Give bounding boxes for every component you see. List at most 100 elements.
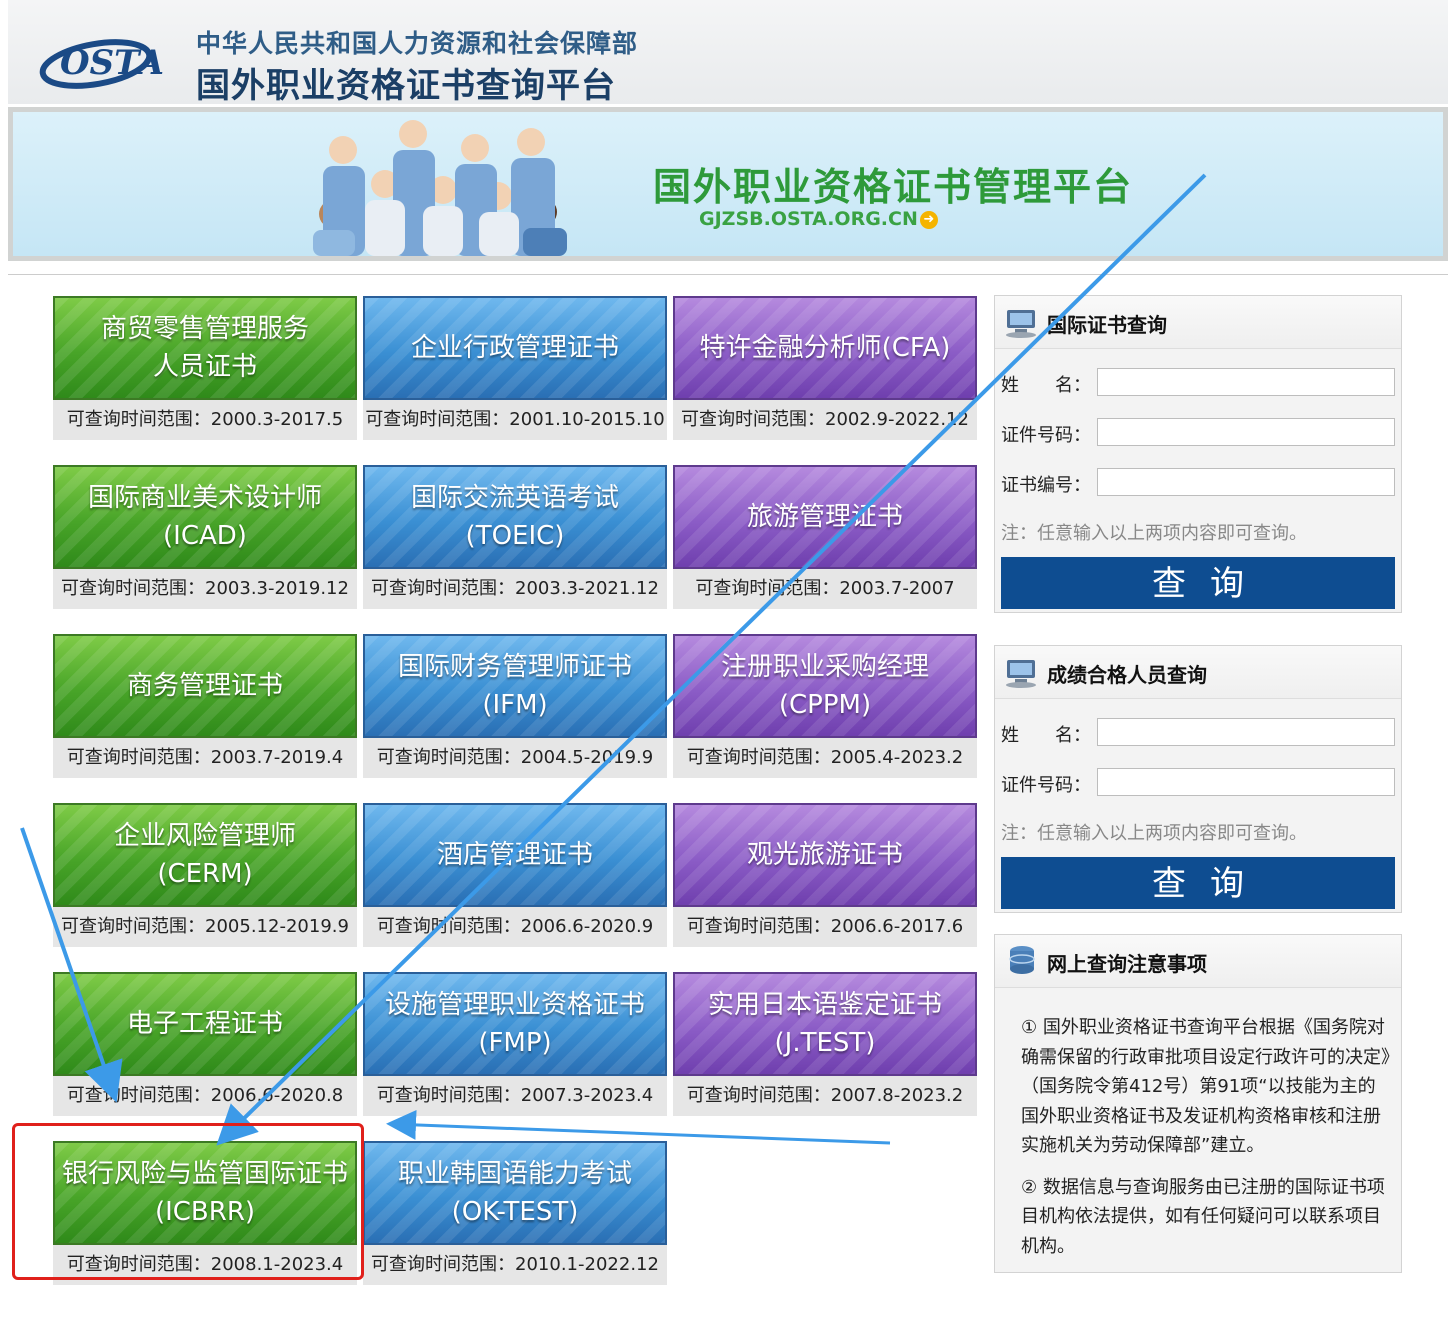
certificate-tile[interactable]: 旅游管理证书可查询时间范围：2003.7-2007 — [673, 465, 977, 609]
certificate-name[interactable]: 旅游管理证书 — [747, 498, 903, 536]
certificate-code[interactable]: (IFM) — [482, 686, 547, 724]
certificate-tile[interactable]: 观光旅游证书 可查询时间范围：2006.6-2017.6 — [673, 803, 977, 947]
certificate-name[interactable]: 酒店管理证书 — [437, 836, 593, 874]
certificate-button[interactable]: 职业韩国语能力考试 (OK-TEST) — [363, 1141, 667, 1245]
certificate-tile[interactable]: 实用日本语鉴定证书 (J.TEST) 可查询时间范围：2007.8-2023.2 — [673, 972, 977, 1116]
certificate-button[interactable]: 银行风险与监管国际证书 (ICBRR) — [53, 1141, 357, 1245]
certificate-name[interactable]: 商贸零售管理服务 — [101, 310, 309, 348]
query-date-range: 可查询时间范围：2004.5-2019.9 — [363, 738, 667, 778]
certificate-button[interactable]: 酒店管理证书 — [363, 803, 667, 907]
panel-title: 国际证书查询 — [1047, 313, 1167, 337]
computer-icon — [1006, 660, 1036, 688]
certificate-code[interactable]: (OK-TEST) — [452, 1193, 579, 1231]
query-date-range: 可查询时间范围：2010.1-2022.12 — [363, 1245, 667, 1285]
arrow-right-icon[interactable]: ➜ — [919, 210, 938, 229]
certificate-name[interactable]: 国际财务管理师证书 — [398, 648, 632, 686]
cert-query-button[interactable]: 查询 — [1001, 557, 1395, 609]
certificate-button[interactable]: 国际交流英语考试 (TOEIC) — [363, 465, 667, 569]
osta-logo[interactable]: OSTA — [38, 30, 188, 92]
name-label: 姓 名： — [1001, 375, 1091, 396]
panel-title: 网上查询注意事项 — [1047, 952, 1207, 976]
certificate-button[interactable]: 旅游管理证书 — [673, 465, 977, 569]
certificate-name[interactable]: 企业风险管理师 — [114, 817, 296, 855]
certificate-button[interactable]: 企业行政管理证书 — [363, 296, 667, 400]
certificate-button[interactable]: 电子工程证书 — [53, 972, 357, 1076]
platform-title: 国外职业资格证书查询平台 — [196, 66, 616, 106]
notice-paragraph: ② 数据信息与查询服务由已注册的国际证书项目机构依法提供，如有任何疑问可以联系项… — [1021, 1176, 1385, 1257]
certificate-tile[interactable]: 特许金融分析师(CFA) 可查询时间范围：2002.9-2022.12 — [673, 296, 977, 440]
query-date-range: 可查询时间范围：2003.7-2019.4 — [53, 738, 357, 778]
certificate-button[interactable]: 实用日本语鉴定证书 (J.TEST) — [673, 972, 977, 1076]
banner-title: 国外职业资格证书管理平台 — [653, 165, 1134, 209]
certificate-name[interactable]: 国际商业美术设计师 — [88, 479, 322, 517]
certificate-button[interactable]: 特许金融分析师(CFA) — [673, 296, 977, 400]
certificate-name[interactable]: 企业行政管理证书 — [411, 329, 619, 367]
query-date-range: 可查询时间范围：2002.9-2022.12 — [673, 400, 977, 440]
certificate-code[interactable]: (TOEIC) — [466, 517, 565, 555]
certificate-name[interactable]: 职业韩国语能力考试 — [398, 1155, 632, 1193]
certificate-name[interactable]: 电子工程证书 — [127, 1005, 283, 1043]
certificate-name[interactable]: 银行风险与监管国际证书 — [62, 1155, 348, 1193]
certificate-code[interactable]: (CPPM) — [779, 686, 871, 724]
certificate-code[interactable]: (ICBRR) — [155, 1193, 255, 1231]
certificate-code[interactable]: 人员证书 — [153, 348, 257, 386]
certificate-tile[interactable]: 国际财务管理师证书 (IFM) 可查询时间范围：2004.5-2019.9 — [363, 634, 667, 778]
cert-number-input[interactable] — [1097, 468, 1395, 496]
certificate-name[interactable]: 设施管理职业资格证书 — [385, 986, 645, 1024]
query-date-range: 可查询时间范围：2006.6-2020.8 — [53, 1076, 357, 1116]
certificate-tile[interactable]: 设施管理职业资格证书 (FMP) 可查询时间范围：2007.3-2023.4 — [363, 972, 667, 1116]
id-number-input[interactable] — [1097, 768, 1395, 796]
query-note: 注：任意输入以上两项内容即可查询。 — [1001, 823, 1307, 844]
notice-paragraph: ① 国外职业资格证书查询平台根据《国务院对确需保留的行政审批项目设定行政许可的决… — [1021, 1017, 1390, 1156]
certificate-code[interactable]: (J.TEST) — [775, 1024, 876, 1062]
certificate-name[interactable]: 国际交流英语考试 — [411, 479, 619, 517]
certificate-name[interactable]: 观光旅游证书 — [747, 836, 903, 874]
name-input[interactable] — [1097, 368, 1395, 396]
certificate-name[interactable]: 注册职业采购经理 — [721, 648, 929, 686]
query-date-range: 可查询时间范围：2003.3-2021.12 — [363, 569, 667, 609]
certificate-button[interactable]: 企业风险管理师 (CERM) — [53, 803, 357, 907]
certificate-tile[interactable]: 企业风险管理师 (CERM) 可查询时间范围：2005.12-2019.9 — [53, 803, 357, 947]
certificate-tile[interactable]: 国际交流英语考试 (TOEIC) 可查询时间范围：2003.3-2021.12 — [363, 465, 667, 609]
certificate-button[interactable]: 注册职业采购经理 (CPPM) — [673, 634, 977, 738]
certificate-button[interactable]: 设施管理职业资格证书 (FMP) — [363, 972, 667, 1076]
certificate-name[interactable]: 实用日本语鉴定证书 — [708, 986, 942, 1024]
certificate-tile[interactable]: 银行风险与监管国际证书 (ICBRR) 可查询时间范围：2008.1-2023.4 — [53, 1141, 357, 1285]
query-date-range: 可查询时间范围：2003.7-2007 — [673, 569, 977, 609]
certificate-code[interactable]: (CERM) — [157, 855, 252, 893]
people-group-image — [313, 120, 567, 256]
query-date-range: 可查询时间范围：2001.10-2015.10 — [363, 400, 667, 440]
certificate-name[interactable]: 商务管理证书 — [127, 667, 283, 705]
id-number-label: 证件号码： — [1001, 425, 1091, 446]
cert-query-panel: 国际证书查询 姓 名： 证件号码： 证书编号： 注：任意输入以上两项内容即可查询… — [994, 295, 1402, 613]
certificate-button[interactable]: 国际财务管理师证书 (IFM) — [363, 634, 667, 738]
banner-url-text[interactable]: GJZSB.OSTA.ORG.CN — [699, 208, 918, 230]
org-name: 中华人民共和国人力资源和社会保障部 — [196, 29, 639, 58]
certificate-button[interactable]: 商贸零售管理服务 人员证书 — [53, 296, 357, 400]
certificate-button[interactable]: 观光旅游证书 — [673, 803, 977, 907]
certificate-code[interactable]: (FMP) — [478, 1024, 551, 1062]
certificate-tile[interactable]: 国际商业美术设计师 (ICAD) 可查询时间范围：2003.3-2019.12 — [53, 465, 357, 609]
certificate-tile[interactable]: 职业韩国语能力考试 (OK-TEST) 可查询时间范围：2010.1-2022.12 — [363, 1141, 667, 1285]
id-number-input[interactable] — [1097, 418, 1395, 446]
certificate-tile[interactable]: 商贸零售管理服务 人员证书 可查询时间范围：2000.3-2017.5 — [53, 296, 357, 440]
certificate-tile[interactable]: 企业行政管理证书可查询时间范围：2001.10-2015.10 — [363, 296, 667, 440]
name-input[interactable] — [1097, 718, 1395, 746]
certificate-tile[interactable]: 酒店管理证书 可查询时间范围：2006.6-2020.9 — [363, 803, 667, 947]
query-date-range: 可查询时间范围：2005.4-2023.2 — [673, 738, 977, 778]
panel-title: 成绩合格人员查询 — [1047, 663, 1207, 687]
certificate-button[interactable]: 商务管理证书 — [53, 634, 357, 738]
computer-icon — [1006, 310, 1036, 338]
score-query-button[interactable]: 查询 — [1001, 857, 1395, 909]
query-note: 注：任意输入以上两项内容即可查询。 — [1001, 523, 1307, 544]
notice-body: ① 国外职业资格证书查询平台根据《国务院对确需保留的行政审批项目设定行政许可的决… — [1021, 1013, 1391, 1273]
certificate-button[interactable]: 国际商业美术设计师 (ICAD) — [53, 465, 357, 569]
certificate-tile[interactable]: 注册职业采购经理 (CPPM) 可查询时间范围：2005.4-2023.2 — [673, 634, 977, 778]
certificate-code[interactable]: (ICAD) — [163, 517, 247, 555]
query-date-range: 可查询时间范围：2007.8-2023.2 — [673, 1076, 977, 1116]
certificate-tile[interactable]: 电子工程证书可查询时间范围：2006.6-2020.8 — [53, 972, 357, 1116]
notice-panel: 网上查询注意事项 ① 国外职业资格证书查询平台根据《国务院对确需保留的行政审批项… — [994, 934, 1402, 1273]
banner-url[interactable]: GJZSB.OSTA.ORG.CN ➜ — [699, 208, 938, 230]
certificate-name[interactable]: 特许金融分析师(CFA) — [700, 329, 951, 367]
certificate-tile[interactable]: 商务管理证书可查询时间范围：2003.7-2019.4 — [53, 634, 357, 778]
